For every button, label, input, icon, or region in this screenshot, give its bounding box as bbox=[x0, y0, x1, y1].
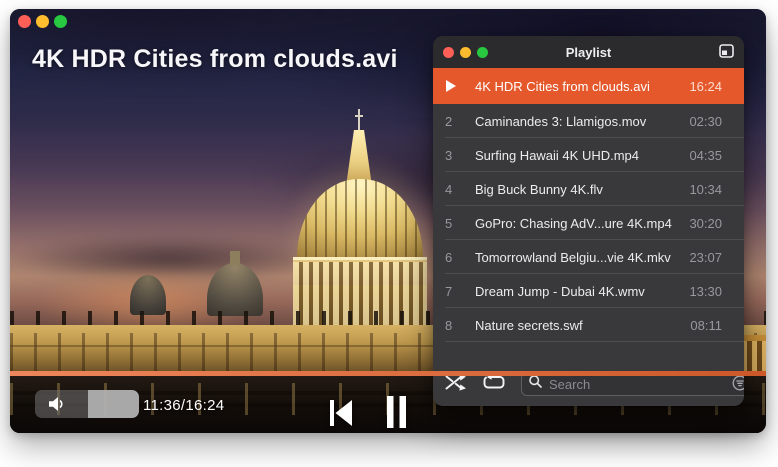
dock-playlist-button[interactable] bbox=[719, 43, 734, 61]
playlist-item-number: 4 bbox=[445, 181, 453, 197]
playlist-item-title: Nature secrets.swf bbox=[475, 317, 583, 333]
playlist-item[interactable]: 2 Caminandes 3: Llamigos.mov 02:30 bbox=[433, 104, 744, 138]
close-button[interactable] bbox=[443, 46, 454, 58]
playlist-item-number: 2 bbox=[445, 113, 453, 129]
playlist-item-duration: 30:20 bbox=[689, 215, 722, 231]
playlist-window: Playlist 4K HDR Cities from clouds.avi 1… bbox=[433, 36, 744, 406]
playlist-titlebar: Playlist bbox=[433, 36, 744, 68]
repeat-icon bbox=[483, 374, 505, 394]
playlist-item-number: 3 bbox=[445, 147, 453, 163]
playlist-item-title: Big Buck Bunny 4K.flv bbox=[475, 181, 603, 197]
playlist-item-title: Caminandes 3: Llamigos.mov bbox=[475, 113, 647, 129]
zoom-button[interactable] bbox=[477, 46, 488, 58]
playlist-item-duration: 02:30 bbox=[689, 113, 722, 129]
search-filter-icon bbox=[732, 375, 744, 394]
time-display: 11:36/16:24 bbox=[143, 397, 225, 414]
playlist-item-duration: 16:24 bbox=[689, 78, 722, 94]
playlist-item-number: 5 bbox=[445, 215, 453, 231]
window-controls bbox=[443, 46, 488, 58]
shuffle-icon bbox=[445, 374, 467, 394]
previous-track-button[interactable] bbox=[328, 399, 354, 430]
desktop: 4K HDR Cities from clouds.avi 11:36/16:2… bbox=[0, 0, 778, 467]
zoom-button[interactable] bbox=[54, 15, 67, 28]
playlist-empty-area bbox=[433, 342, 744, 366]
close-button[interactable] bbox=[18, 15, 31, 28]
playlist-item-title: GoPro: Chasing AdV...ure 4K.mp4 bbox=[475, 215, 672, 231]
search-icon bbox=[529, 375, 542, 393]
shuffle-button[interactable] bbox=[445, 374, 467, 394]
playlist-item[interactable]: 4 Big Buck Bunny 4K.flv 10:34 bbox=[433, 172, 744, 206]
pause-icon bbox=[386, 396, 407, 431]
playlist-item[interactable]: 6 Tomorrowland Belgiu...vie 4K.mkv 23:07 bbox=[433, 240, 744, 274]
playlist-item[interactable]: 7 Dream Jump - Dubai 4K.wmv 13:30 bbox=[433, 274, 744, 308]
playlist-item[interactable]: 3 Surfing Hawaii 4K UHD.mp4 04:35 bbox=[433, 138, 744, 172]
playlist-item-duration: 08:11 bbox=[690, 317, 722, 333]
minimize-button[interactable] bbox=[460, 46, 471, 58]
pause-button[interactable] bbox=[386, 396, 407, 431]
search-input[interactable] bbox=[547, 375, 727, 393]
playlist-item-number: 7 bbox=[445, 283, 453, 299]
speaker-icon bbox=[49, 396, 66, 417]
minimize-button[interactable] bbox=[36, 15, 49, 28]
playlist-item-duration: 10:34 bbox=[689, 181, 722, 197]
volume-slider[interactable] bbox=[35, 390, 139, 418]
video-title-overlay: 4K HDR Cities from clouds.avi bbox=[32, 45, 398, 73]
dock-playlist-icon bbox=[719, 43, 734, 61]
playlist-item[interactable]: 4K HDR Cities from clouds.avi 16:24 bbox=[433, 68, 744, 104]
now-playing-icon bbox=[445, 80, 463, 92]
playlist-item-number: 8 bbox=[445, 317, 453, 333]
playlist-item-title: Dream Jump - Dubai 4K.wmv bbox=[475, 283, 645, 299]
playlist-item[interactable]: 5 GoPro: Chasing AdV...ure 4K.mp4 30:20 bbox=[433, 206, 744, 240]
repeat-button[interactable] bbox=[483, 374, 505, 394]
playlist-item-duration: 04:35 bbox=[689, 147, 722, 163]
previous-track-icon bbox=[328, 400, 354, 430]
search-filter-button[interactable] bbox=[732, 375, 744, 394]
playlist-item-duration: 23:07 bbox=[689, 249, 722, 265]
playlist-item-title: Surfing Hawaii 4K UHD.mp4 bbox=[475, 147, 640, 163]
playlist-item-title: 4K HDR Cities from clouds.avi bbox=[475, 78, 650, 94]
playlist-item-duration: 13:30 bbox=[689, 283, 722, 299]
playlist-item[interactable]: 8 Nature secrets.swf 08:11 bbox=[433, 308, 744, 342]
playlist-item-number: 6 bbox=[445, 249, 453, 265]
playlist-item-title: Tomorrowland Belgiu...vie 4K.mkv bbox=[475, 249, 671, 265]
volume-level bbox=[88, 390, 139, 418]
progress-bar[interactable] bbox=[10, 371, 766, 376]
window-controls bbox=[18, 15, 67, 28]
